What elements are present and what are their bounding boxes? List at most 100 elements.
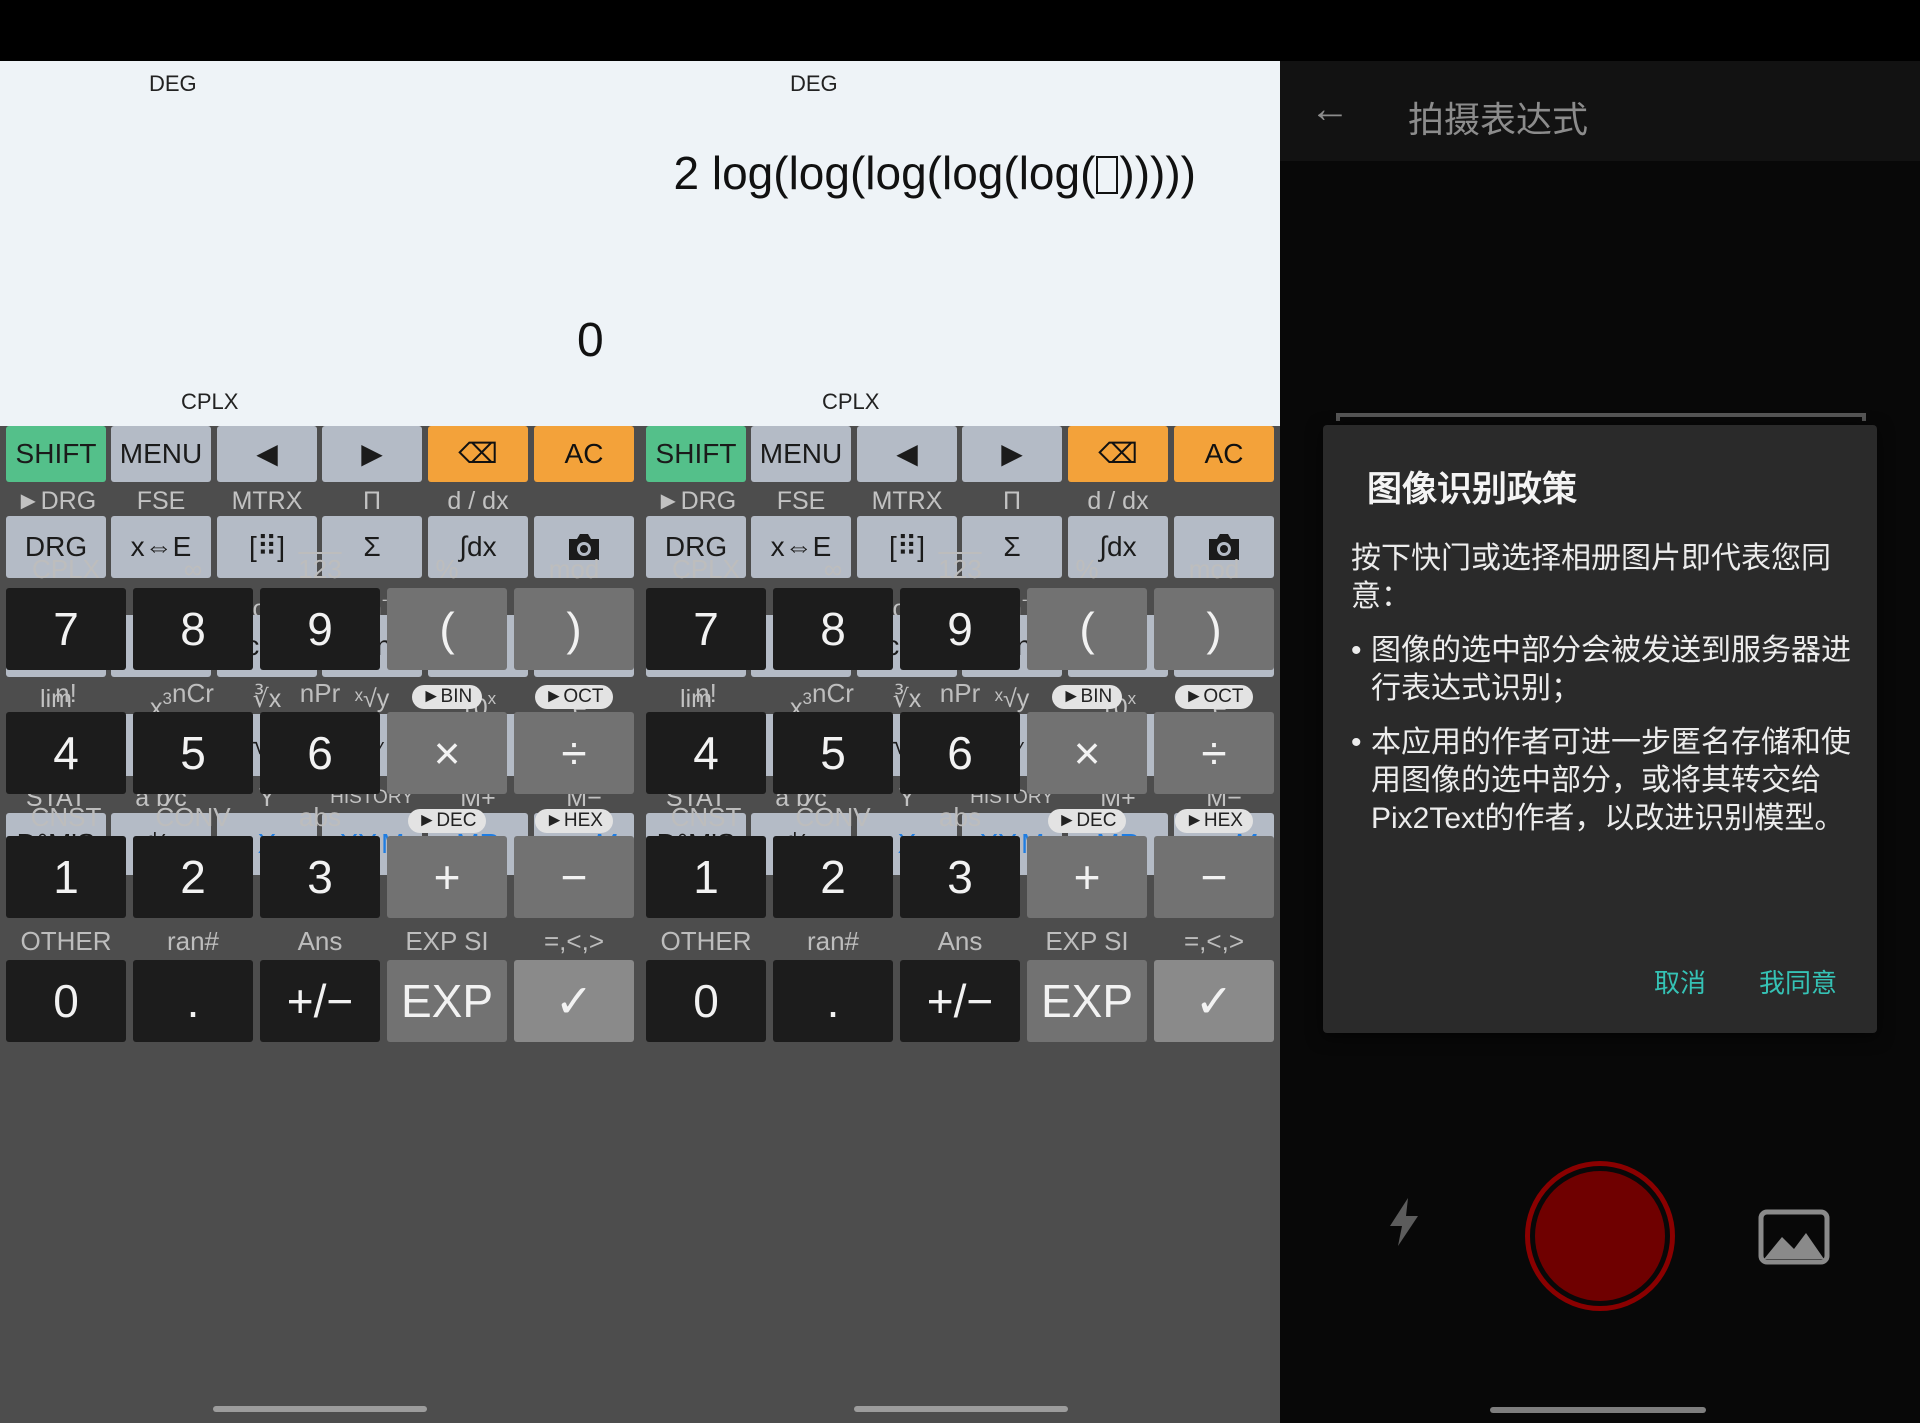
digit-row: OTHER ran# Ans EXP SI =,<,> 0. +/− EXP ✓ [0,922,640,1046]
key-2[interactable]: +/− [900,960,1020,1042]
crop-frame[interactable] [1336,413,1866,421]
shift-label: ►DEC [387,798,507,836]
shift-label: Ans [900,922,1020,960]
shift-label: nPr [900,674,1020,712]
shift-label-text: mod [1188,554,1240,584]
key-4[interactable]: − [1154,836,1274,918]
cursor-right-button[interactable]: ▶ [322,426,422,482]
key-3[interactable]: ( [1027,588,1147,670]
shift-label-text: ►HEX [535,809,613,833]
shift-label: OTHER [646,922,766,960]
gallery-icon[interactable] [1758,1209,1830,1270]
shift-label-text: % [435,554,459,584]
shift-label: mod [1154,550,1274,588]
shift-label: ran# [773,922,893,960]
shift-label: FSE [111,486,211,516]
shift-label: CNST [6,798,126,836]
key-0[interactable]: 7 [6,588,126,670]
agree-button[interactable]: 我同意 [1759,963,1837,1000]
dialog-point: 本应用的作者可进一步匿名存储和使用图像的选中部分，或将其转交给Pix2Text的… [1351,724,1861,838]
digit-row: n! nCr nPr ►BIN ►OCT 4 5 6 × ÷ [640,674,1280,798]
key-2[interactable]: 9 [260,588,380,670]
cancel-button[interactable]: 取消 [1654,963,1706,1000]
key-1[interactable]: . [773,960,893,1042]
shift-label: d / dx [428,486,528,516]
shift-label: Ans [260,922,380,960]
key-4[interactable]: ✓ [514,960,634,1042]
key-1[interactable]: 2 [133,836,253,918]
key-4[interactable]: ÷ [1154,712,1274,794]
key-0[interactable]: 4 [646,712,766,794]
key-1[interactable]: 5 [133,712,253,794]
key-4[interactable]: ) [1154,588,1274,670]
shift-label-text: 123 [298,554,342,584]
key-0[interactable]: 7 [646,588,766,670]
shift-label-text: =,<,> [1184,926,1244,956]
shift-label: Π [322,486,422,516]
key-2[interactable]: +/− [260,960,380,1042]
shift-label-text: ∞ [823,554,843,584]
key-3[interactable]: EXP [1027,960,1147,1042]
shift-label: ►OCT [514,674,634,712]
key-1[interactable]: . [133,960,253,1042]
nav-handle[interactable] [213,1406,427,1412]
shift-label: % [1027,550,1147,588]
key-row: SHIFT MENU ◀ ▶ ⌫ AC [0,426,640,486]
key-1[interactable]: 5 [773,712,893,794]
key-3[interactable]: × [1027,712,1147,794]
key-2[interactable]: 6 [900,712,1020,794]
key-2[interactable]: 9 [900,588,1020,670]
angle-mode-indicator: DEG [149,71,197,96]
shift-label-text: ►DRG [15,487,97,515]
shift-button[interactable]: SHIFT [6,426,106,482]
key-4[interactable]: ) [514,588,634,670]
nav-handle[interactable] [1490,1407,1706,1413]
key-1[interactable]: 2 [773,836,893,918]
shutter-button[interactable] [1525,1161,1675,1311]
key-0[interactable]: 1 [646,836,766,918]
shift-label: CPLX [646,550,766,588]
shift-label-text: =,<,> [544,926,604,956]
ac-button[interactable]: AC [534,426,634,482]
cursor-right-button[interactable]: ▶ [962,426,1062,482]
key-3[interactable]: + [1027,836,1147,918]
key-4[interactable]: ✓ [1154,960,1274,1042]
key-1[interactable]: 8 [133,588,253,670]
menu-button[interactable]: MENU [751,426,851,482]
digit-row: n! nCr nPr ►BIN ►OCT 4 5 6 × ÷ [0,674,640,798]
nav-handle[interactable] [854,1406,1068,1412]
key-3[interactable]: + [387,836,507,918]
key-2[interactable]: 3 [260,836,380,918]
key-1[interactable]: 8 [773,588,893,670]
key-2[interactable]: 6 [260,712,380,794]
key-2[interactable]: 3 [900,836,1020,918]
back-arrow-icon[interactable]: ← [1310,87,1350,132]
cursor-left-button[interactable]: ◀ [857,426,957,482]
menu-button[interactable]: MENU [111,426,211,482]
key-0[interactable]: 4 [6,712,126,794]
key-3[interactable]: × [387,712,507,794]
key-0[interactable]: 0 [6,960,126,1042]
shift-label: ►HEX [1154,798,1274,836]
shift-label: ►BIN [1027,674,1147,712]
expression-suffix: ))))) [1119,147,1196,199]
backspace-button[interactable]: ⌫ [428,426,528,482]
shift-label-text: FSE [776,487,826,515]
shift-label-text: CNST [670,802,742,832]
cursor-left-button[interactable]: ◀ [217,426,317,482]
ac-button[interactable]: AC [1174,426,1274,482]
key-4[interactable]: − [514,836,634,918]
camera-toolbar: ← 拍摄表达式 [1280,61,1920,161]
key-4[interactable]: ÷ [514,712,634,794]
key-0[interactable]: 1 [6,836,126,918]
key-3[interactable]: ( [387,588,507,670]
key-3[interactable]: EXP [387,960,507,1042]
shift-label-text: ran# [806,926,860,956]
backspace-button[interactable]: ⌫ [1068,426,1168,482]
shift-label: ∞ [773,550,893,588]
flash-icon[interactable] [1386,1196,1422,1253]
shift-label-text: CPLX [32,554,100,584]
shift-button[interactable]: SHIFT [646,426,746,482]
input-cursor-box[interactable] [1096,156,1119,194]
key-0[interactable]: 0 [646,960,766,1042]
